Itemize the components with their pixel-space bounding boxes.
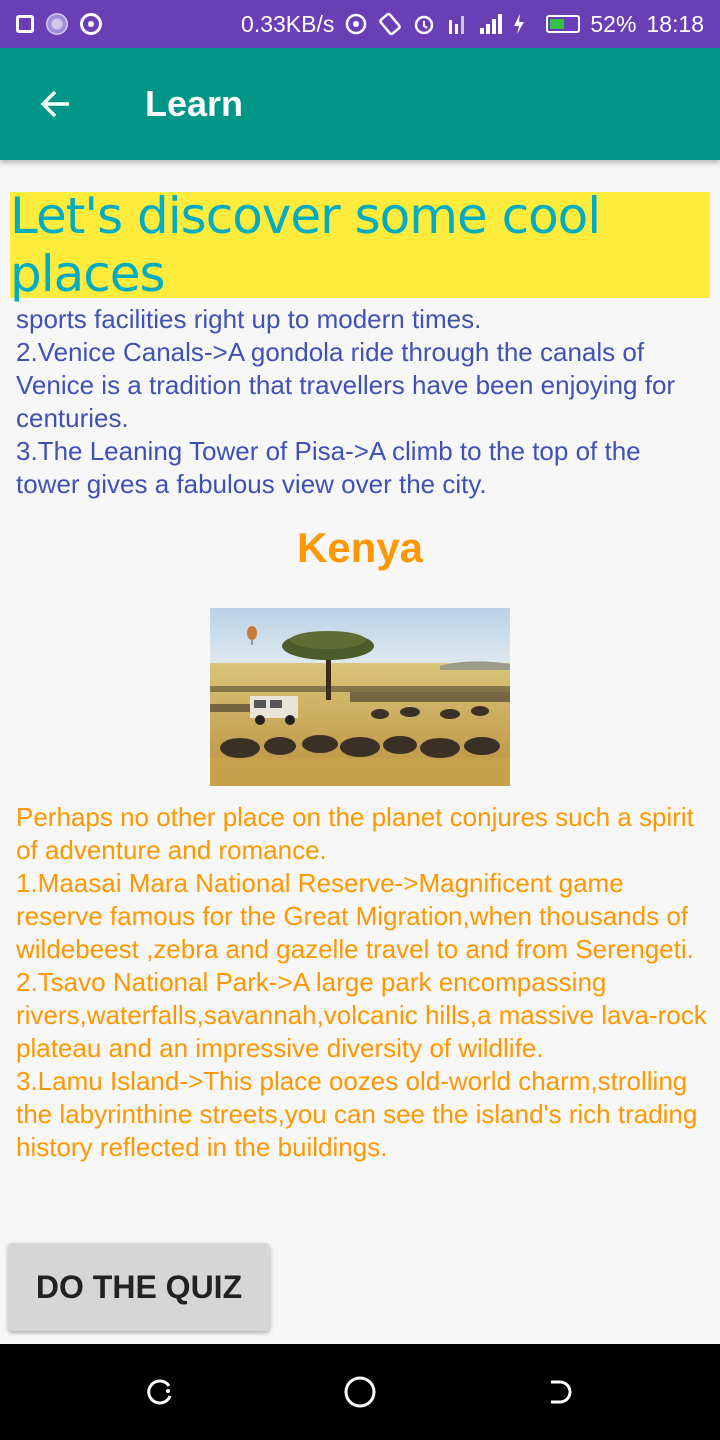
back-button[interactable]: [27, 76, 83, 132]
clock: 18:18: [646, 10, 704, 37]
status-bar: 0.33KB/s 52% 18:18: [0, 0, 720, 48]
learn-content[interactable]: Let's discover some cool places sports f…: [0, 160, 720, 1344]
page-title: Learn: [145, 83, 244, 124]
arrow-left-icon: [40, 90, 69, 118]
kenya-text: Perhaps no other place on the planet con…: [16, 801, 708, 1164]
italy-line: sports facilities right up to modern tim…: [16, 304, 482, 334]
navigation-bar: [0, 1344, 720, 1440]
record-icon: [80, 13, 102, 35]
kenya-heading: Kenya: [296, 524, 424, 571]
kenya-paragraph: 2.Tsavo National Park->A large park enco…: [16, 967, 707, 1063]
recents-icon[interactable]: [542, 1374, 578, 1410]
kenya-paragraph: Perhaps no other place on the planet con…: [16, 802, 694, 865]
home-icon[interactable]: [342, 1374, 378, 1410]
data-icon: [446, 12, 470, 36]
do-the-quiz-button[interactable]: DO THE QUIZ: [8, 1243, 270, 1331]
hotspot-icon: [344, 12, 368, 36]
back-icon[interactable]: [142, 1374, 178, 1410]
signal-icon: [480, 14, 503, 34]
charging-icon: [512, 12, 536, 36]
battery-percent: 52%: [590, 10, 637, 37]
kenya-safari-image: [210, 608, 510, 786]
banner: Let's discover some cool places: [10, 187, 710, 303]
battery-icon: [546, 15, 581, 33]
italy-line: 2.Venice Canals->A gondola ride through …: [16, 337, 676, 433]
rotate-icon: [378, 12, 402, 36]
flower-icon: [46, 13, 68, 35]
kenya-paragraph: 3.Lamu Island->This place oozes old-worl…: [16, 1066, 698, 1162]
app-bar: Learn: [0, 48, 720, 160]
italy-line: 3.The Leaning Tower of Pisa->A climb to …: [16, 436, 641, 499]
alarm-icon: [412, 12, 436, 36]
kenya-paragraph: 1.Maasai Mara National Reserve->Magnific…: [16, 868, 694, 964]
italy-text: sports facilities right up to modern tim…: [16, 303, 708, 501]
gallery-icon: [16, 15, 34, 33]
net-speed: 0.33KB/s: [241, 10, 335, 37]
